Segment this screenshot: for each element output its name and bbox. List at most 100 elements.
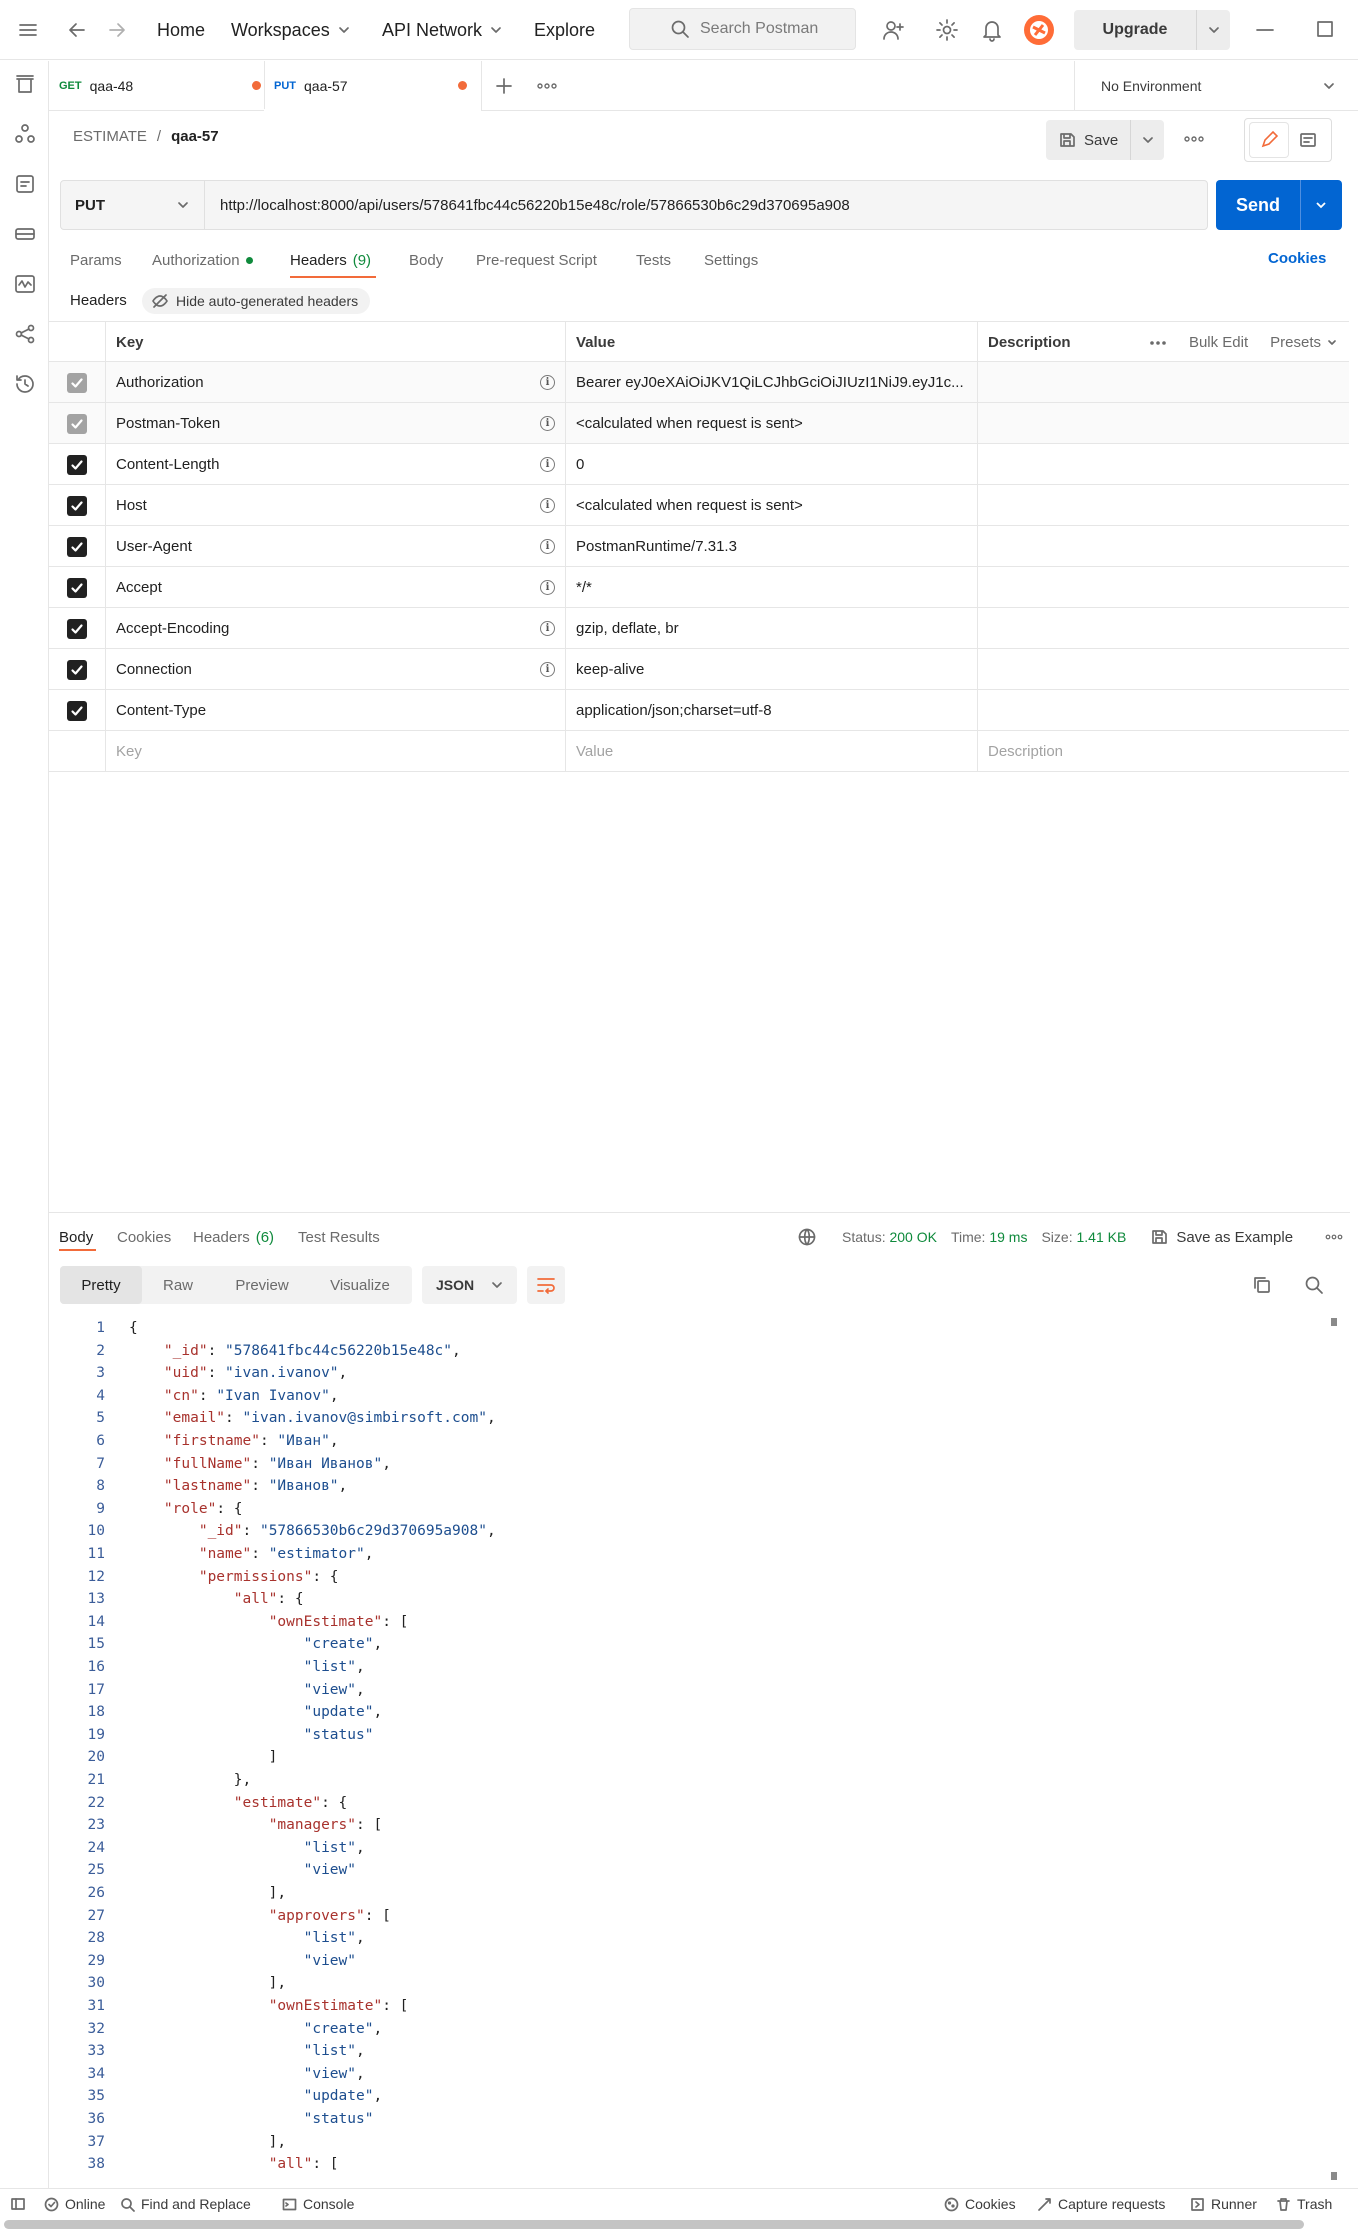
table-row[interactable]: Accept-Encoding i gzip, deflate, br: [49, 608, 1349, 649]
row-checkbox[interactable]: [67, 700, 87, 721]
nav-home[interactable]: Home: [157, 0, 205, 60]
chevron-down-icon[interactable]: [1197, 23, 1230, 37]
header-description[interactable]: [977, 444, 1349, 485]
environments-icon[interactable]: [13, 172, 37, 196]
info-icon[interactable]: i: [540, 457, 555, 472]
header-value[interactable]: <calculated when request is sent>: [565, 485, 977, 526]
invite-user-icon[interactable]: [881, 18, 905, 42]
table-row[interactable]: Content-Type application/json;charset=utf…: [49, 690, 1349, 731]
new-description-input[interactable]: Description: [977, 731, 1349, 772]
monitors-icon[interactable]: [13, 272, 37, 296]
response-tab-headers[interactable]: Headers (6): [193, 1220, 274, 1254]
chevron-down-icon[interactable]: [1301, 198, 1341, 212]
more-options-icon[interactable]: [1325, 1234, 1343, 1240]
documentation-icon[interactable]: [1289, 123, 1327, 157]
response-tab-test-results[interactable]: Test Results: [298, 1220, 380, 1254]
header-description[interactable]: [977, 649, 1349, 690]
header-key[interactable]: Content-Length i: [105, 444, 565, 485]
info-icon[interactable]: i: [540, 498, 555, 513]
table-row[interactable]: Connection i keep-alive: [49, 649, 1349, 690]
minimize-icon[interactable]: [1256, 28, 1274, 32]
view-visualize[interactable]: Visualize: [310, 1266, 410, 1304]
table-row[interactable]: User-Agent i PostmanRuntime/7.31.3: [49, 526, 1349, 567]
save-as-example-button[interactable]: Save as Example: [1150, 1228, 1293, 1246]
info-icon[interactable]: i: [540, 539, 555, 554]
response-tab-cookies[interactable]: Cookies: [117, 1220, 171, 1254]
new-value-input[interactable]: Value: [565, 731, 977, 772]
view-pretty[interactable]: Pretty: [60, 1266, 142, 1304]
table-row[interactable]: Content-Length i 0: [49, 444, 1349, 485]
status-badge[interactable]: Status: 200 OK: [842, 1229, 937, 1245]
tab-settings[interactable]: Settings: [704, 240, 758, 280]
edit-pencil-icon[interactable]: [1249, 123, 1288, 157]
time-badge[interactable]: Time: 19 ms: [951, 1229, 1028, 1245]
forward-arrow-icon[interactable]: [106, 19, 128, 41]
horizontal-scrollbar[interactable]: [4, 2220, 1304, 2229]
table-row[interactable]: Authorization i Bearer eyJ0eXAiOiJKV1QiLCJ…: [49, 362, 1349, 403]
header-key[interactable]: Connection i: [105, 649, 565, 690]
maximize-icon[interactable]: [1316, 20, 1334, 38]
header-value[interactable]: PostmanRuntime/7.31.3: [565, 526, 977, 567]
header-key[interactable]: Content-Type: [105, 690, 565, 731]
header-description[interactable]: [977, 485, 1349, 526]
row-checkbox[interactable]: [67, 454, 87, 475]
tab-params[interactable]: Params: [70, 240, 122, 280]
header-description[interactable]: [977, 403, 1349, 444]
header-key[interactable]: Accept i: [105, 567, 565, 608]
nav-api-network[interactable]: API Network: [382, 0, 502, 60]
search-icon[interactable]: [1304, 1275, 1324, 1295]
info-icon[interactable]: i: [540, 621, 555, 636]
flows-icon[interactable]: [13, 322, 37, 346]
info-icon[interactable]: i: [540, 662, 555, 677]
header-value[interactable]: 0: [565, 444, 977, 485]
mock-servers-icon[interactable]: [13, 222, 37, 246]
tab-headers[interactable]: Headers (9): [290, 240, 371, 280]
tab-body[interactable]: Body: [409, 240, 443, 280]
table-row[interactable]: Host i <calculated when request is sent>: [49, 485, 1349, 526]
response-body-editor[interactable]: 1{2 "_id": "578641fbc44c56220b15e48c", 3 …: [49, 1320, 1339, 2176]
header-key[interactable]: User-Agent i: [105, 526, 565, 567]
header-value[interactable]: <calculated when request is sent>: [565, 403, 977, 444]
header-key[interactable]: Authorization i: [105, 362, 565, 403]
cookies-button[interactable]: Cookies: [944, 2189, 1016, 2219]
header-value[interactable]: Bearer eyJ0eXAiOiJKV1QiLCJhbGciOiJIUzI1N…: [565, 362, 977, 403]
copy-icon[interactable]: [1252, 1275, 1272, 1295]
header-key[interactable]: Postman-Token i: [105, 403, 565, 444]
info-icon[interactable]: i: [540, 416, 555, 431]
nav-workspaces[interactable]: Workspaces: [231, 0, 350, 60]
header-description[interactable]: [977, 362, 1349, 403]
search-input[interactable]: Search Postman: [629, 8, 856, 50]
header-description[interactable]: [977, 567, 1349, 608]
console-button[interactable]: Console: [282, 2189, 354, 2219]
more-options-icon[interactable]: [1184, 133, 1204, 145]
tab-tests[interactable]: Tests: [636, 240, 671, 280]
nav-explore[interactable]: Explore: [534, 0, 595, 60]
new-key-input[interactable]: Key: [105, 731, 565, 772]
breadcrumb-collection[interactable]: ESTIMATE: [73, 128, 147, 145]
info-icon[interactable]: i: [540, 580, 555, 595]
view-raw[interactable]: Raw: [142, 1266, 214, 1304]
toggle-sidebar-icon[interactable]: [10, 2189, 26, 2219]
tab-pre-request-script[interactable]: Pre-request Script: [476, 240, 597, 280]
size-badge[interactable]: Size: 1.41 KB: [1041, 1229, 1126, 1245]
globe-icon[interactable]: [798, 1228, 816, 1246]
trash-button[interactable]: Trash: [1276, 2189, 1332, 2219]
table-row[interactable]: Postman-Token i <calculated when request i…: [49, 403, 1349, 444]
save-button[interactable]: Save: [1046, 131, 1130, 149]
row-checkbox[interactable]: [67, 413, 87, 434]
new-tab-plus-icon[interactable]: [494, 61, 514, 111]
environment-select[interactable]: No Environment: [1074, 61, 1358, 111]
history-icon[interactable]: [13, 372, 37, 396]
header-key[interactable]: Host i: [105, 485, 565, 526]
response-divider[interactable]: [49, 1212, 1350, 1213]
bulk-edit-button[interactable]: Bulk Edit: [1189, 334, 1248, 351]
tab-qaa-57[interactable]: PUT qaa-57: [274, 61, 479, 111]
runner-button[interactable]: Runner: [1190, 2189, 1257, 2219]
capture-requests-button[interactable]: Capture requests: [1037, 2189, 1165, 2219]
avatar[interactable]: [1023, 14, 1055, 46]
header-value[interactable]: keep-alive: [565, 649, 977, 690]
upgrade-button[interactable]: Upgrade: [1074, 10, 1230, 50]
wrap-lines-button[interactable]: [527, 1266, 565, 1304]
more-tabs-icon[interactable]: [537, 61, 557, 111]
header-value[interactable]: application/json;charset=utf-8: [565, 690, 977, 731]
